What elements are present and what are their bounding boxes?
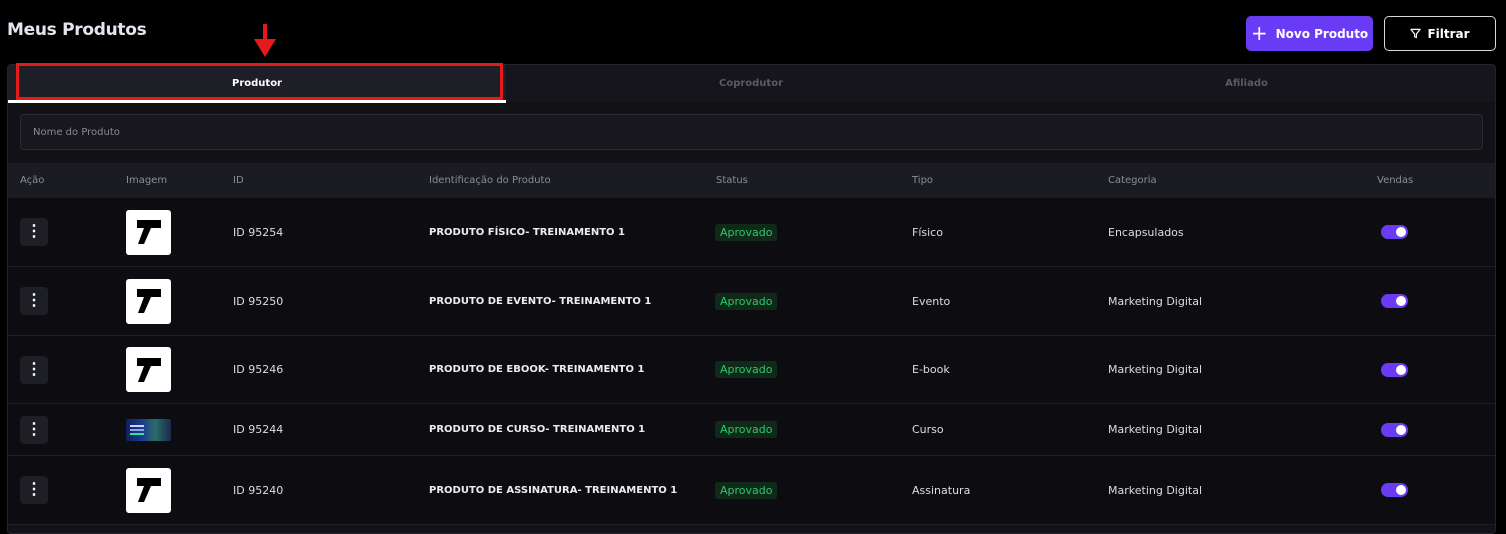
status-badge: Aprovado <box>715 361 778 378</box>
column-header-status: Status <box>716 175 748 186</box>
row-actions-button[interactable]: ⋮ <box>20 415 48 444</box>
toggle-knob <box>1396 227 1406 237</box>
product-image <box>126 209 171 255</box>
row-actions-button[interactable]: ⋮ <box>20 287 48 315</box>
product-type: E-book <box>912 363 950 376</box>
product-category: Marketing Digital <box>1108 363 1202 376</box>
product-category: Marketing Digital <box>1108 483 1202 497</box>
page-title: Meus Produtos <box>7 20 147 40</box>
active-tab-indicator <box>8 100 506 103</box>
product-image <box>126 347 171 392</box>
column-header-tipo: Tipo <box>912 175 934 186</box>
product-name: PRODUTO DE EVENTO- TREINAMENTO 1 <box>429 295 652 307</box>
product-image <box>126 467 171 513</box>
vertical-dots-icon: ⋮ <box>26 292 42 309</box>
toggle-knob <box>1396 364 1406 375</box>
product-name: PRODUTO DE CURSO- TREINAMENTO 1 <box>429 424 646 435</box>
column-header-vendas: Vendas <box>1377 175 1414 186</box>
filter-label: Filtrar <box>1427 26 1470 41</box>
toggle-knob <box>1396 485 1406 495</box>
vertical-dots-icon: ⋮ <box>26 481 42 498</box>
product-category: Encapsulados <box>1108 225 1184 239</box>
status-badge: Aprovado <box>715 421 778 438</box>
tab-label: Afiliado <box>1225 78 1268 89</box>
column-header-imagem: Imagem <box>126 175 168 186</box>
filter-button[interactable]: Filtrar <box>1384 16 1496 51</box>
filter-icon <box>1410 28 1422 39</box>
product-id: ID 95240 <box>233 483 284 497</box>
column-header-acao: Ação <box>20 175 45 186</box>
tab-label: Produtor <box>232 78 282 89</box>
table-row: ⋮ ID 95246 PRODUTO DE EBOOK- TREINAMENTO… <box>8 336 1495 404</box>
sales-toggle[interactable] <box>1381 294 1408 308</box>
product-type: Curso <box>912 423 944 436</box>
plus-icon: + <box>1250 20 1268 45</box>
product-type: Físico <box>912 225 943 239</box>
tab-afiliado[interactable]: Afiliado <box>996 65 1495 102</box>
row-actions-button[interactable]: ⋮ <box>20 476 48 504</box>
red-arrow-down-icon <box>254 24 276 57</box>
tab-label: Coprodutor <box>718 78 784 89</box>
status-badge: Aprovado <box>715 481 778 499</box>
table-row: ⋮ ID 95250 PRODUTO DE EVENTO- TREINAMENT… <box>8 267 1495 336</box>
sales-toggle[interactable] <box>1381 225 1408 239</box>
status-badge: Aprovado <box>715 223 778 241</box>
product-id: ID 95254 <box>233 225 284 239</box>
row-actions-button[interactable]: ⋮ <box>20 218 48 246</box>
table-row: ⋮ ID 95254 PRODUTO FÍSICO- TREINAMENTO 1… <box>8 198 1495 267</box>
brand-logo-icon <box>136 357 161 382</box>
tab-coprodutor[interactable]: Coprodutor <box>506 65 996 102</box>
new-product-label: Novo Produto <box>1275 26 1369 41</box>
brand-logo-icon <box>136 289 161 313</box>
product-name: PRODUTO DE ASSINATURA- TREINAMENTO 1 <box>429 484 678 496</box>
products-panel: Produtor Coprodutor Afiliado Ação Imagem… <box>7 64 1496 534</box>
product-type: Assinatura <box>912 483 971 497</box>
vertical-dots-icon: ⋮ <box>26 420 42 438</box>
toggle-knob <box>1396 296 1406 306</box>
table-row: ⋮ ID 95240 PRODUTO DE ASSINATURA- TREINA… <box>8 456 1495 525</box>
product-name: PRODUTO FÍSICO- TREINAMENTO 1 <box>429 226 625 238</box>
sales-toggle[interactable] <box>1381 362 1408 377</box>
vertical-dots-icon: ⋮ <box>26 360 42 378</box>
product-id: ID 95244 <box>233 423 284 436</box>
product-image <box>126 418 171 441</box>
column-header-categoria: Categoria <box>1108 175 1157 186</box>
status-badge: Aprovado <box>715 292 778 310</box>
table-row: ⋮ ID 95244 PRODUTO DE CURSO- TREINAMENTO… <box>8 404 1495 456</box>
sales-toggle[interactable] <box>1381 422 1408 437</box>
tab-produtor[interactable]: Produtor <box>8 65 506 102</box>
toggle-knob <box>1396 424 1406 435</box>
product-name-search-input[interactable] <box>21 115 1482 149</box>
product-image <box>126 278 171 324</box>
brand-logo-icon <box>136 478 161 502</box>
tab-bar: Produtor Coprodutor Afiliado <box>8 65 1495 103</box>
vertical-dots-icon: ⋮ <box>26 223 42 240</box>
product-id: ID 95246 <box>233 363 284 376</box>
column-header-identificacao: Identificação do Produto <box>429 175 551 186</box>
column-header-id: ID <box>233 175 244 186</box>
product-category: Marketing Digital <box>1108 294 1202 308</box>
product-id: ID 95250 <box>233 294 284 308</box>
row-actions-button[interactable]: ⋮ <box>20 355 48 384</box>
new-product-button[interactable]: + Novo Produto <box>1246 16 1373 51</box>
search-field <box>20 114 1483 150</box>
table-header: Ação Imagem ID Identificação do Produto … <box>8 163 1495 198</box>
product-category: Marketing Digital <box>1108 423 1202 436</box>
sales-toggle[interactable] <box>1381 483 1408 497</box>
product-type: Evento <box>912 294 951 308</box>
brand-logo-icon <box>136 220 161 244</box>
product-name: PRODUTO DE EBOOK- TREINAMENTO 1 <box>429 364 645 375</box>
